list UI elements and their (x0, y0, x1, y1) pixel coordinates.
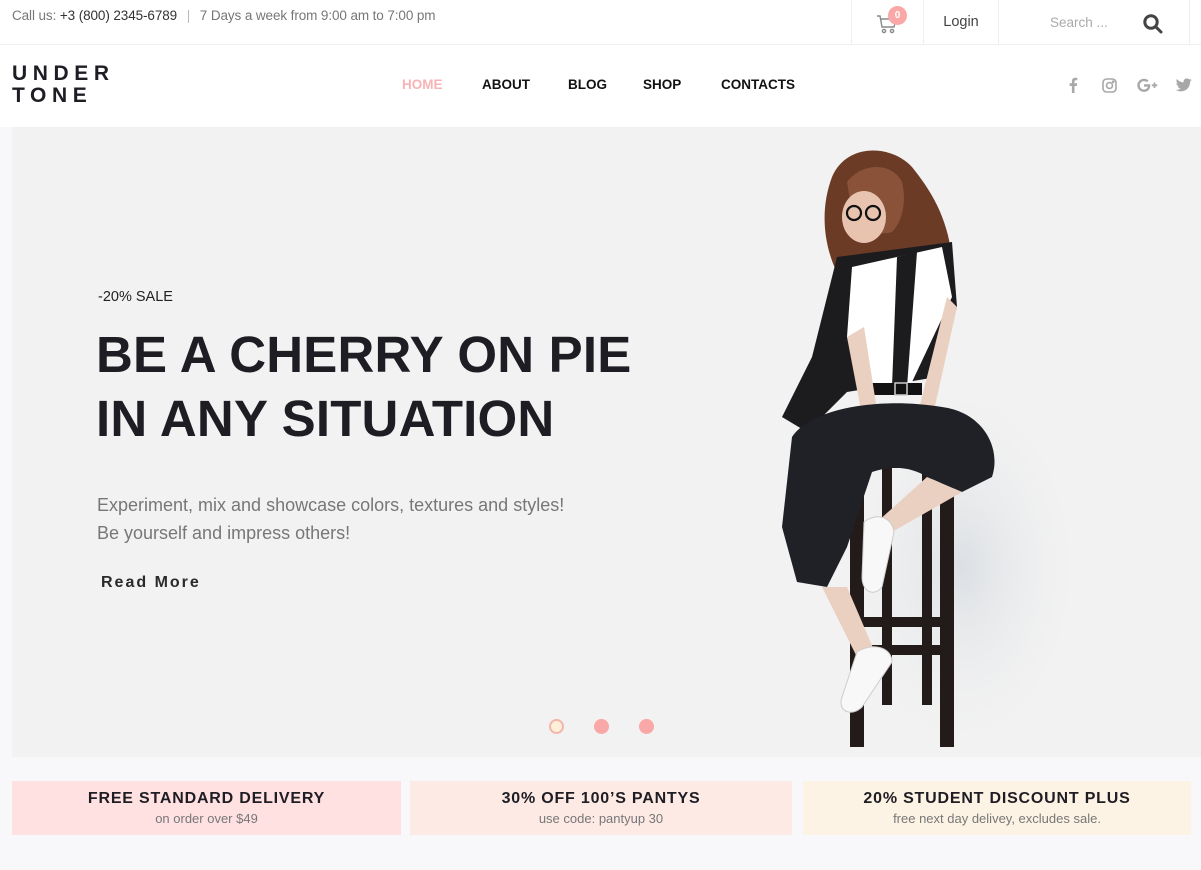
search-icon[interactable] (1142, 13, 1164, 35)
promo-subtitle: free next day delivey, excludes sale. (893, 811, 1101, 826)
slide-dot-2[interactable] (594, 719, 609, 734)
promo-title: 30% OFF 100’S PANTYS (501, 790, 701, 807)
cart-button[interactable] (851, 0, 923, 44)
logo-line-2: TONE (12, 84, 93, 107)
google-plus-icon[interactable] (1137, 78, 1159, 93)
hero-model-image (782, 150, 1092, 757)
contact-info: Call us: +3 (800) 2345-6789 | 7 Days a w… (12, 8, 436, 23)
hero-headline: BE A CHERRY ON PIE IN ANY SITUATION (96, 323, 631, 451)
promo-free-delivery[interactable]: FREE STANDARD DELIVERY on order over $49 (12, 781, 401, 835)
business-hours: 7 Days a week from 9:00 am to 7:00 pm (199, 8, 436, 23)
logo[interactable]: UNDER TONE (12, 63, 115, 107)
hero-description: Experiment, mix and showcase colors, tex… (97, 491, 564, 547)
facebook-icon[interactable] (1068, 77, 1078, 93)
search-box (998, 0, 1190, 44)
instagram-icon[interactable] (1102, 78, 1117, 93)
call-label: Call us: (12, 8, 57, 23)
headline-line-1: BE A CHERRY ON PIE (96, 326, 632, 383)
main-header: UNDER TONE HOME ABOUT BLOG SHOP CONTACTS (0, 45, 1201, 127)
promo-pantys-discount[interactable]: 30% OFF 100’S PANTYS use code: pantyup 3… (410, 781, 792, 835)
description-line-1: Experiment, mix and showcase colors, tex… (97, 495, 565, 515)
slide-dot-3[interactable] (639, 719, 654, 734)
phone-number[interactable]: +3 (800) 2345-6789 (60, 8, 177, 23)
nav-blog[interactable]: BLOG (568, 77, 607, 92)
description-line-2: Be yourself and impress others! (97, 523, 351, 543)
top-bar: Call us: +3 (800) 2345-6789 | 7 Days a w… (0, 0, 1201, 45)
promo-student-discount[interactable]: 20% STUDENT DISCOUNT PLUS free next day … (803, 781, 1191, 835)
slide-dot-1[interactable] (549, 719, 564, 734)
login-link[interactable]: Login (923, 0, 998, 44)
sale-tag: -20% SALE (98, 289, 173, 305)
promo-subtitle: on order over $49 (155, 811, 258, 826)
read-more-button[interactable]: Read More (101, 574, 201, 592)
logo-line-1: UNDER (12, 62, 115, 85)
promo-title: FREE STANDARD DELIVERY (87, 790, 326, 807)
cart-count-badge: 0 (888, 6, 907, 25)
promo-title: 20% STUDENT DISCOUNT PLUS (863, 790, 1131, 807)
twitter-icon[interactable] (1176, 78, 1192, 92)
nav-shop[interactable]: SHOP (643, 77, 681, 92)
promo-subtitle: use code: pantyup 30 (538, 811, 664, 826)
separator: | (186, 8, 191, 23)
headline-line-2: IN ANY SITUATION (96, 390, 555, 447)
nav-about[interactable]: ABOUT (482, 77, 530, 92)
nav-home[interactable]: HOME (402, 77, 443, 92)
nav-contacts[interactable]: CONTACTS (721, 77, 795, 92)
hero-slider: -20% SALE BE A CHERRY ON PIE IN ANY SITU… (12, 127, 1201, 757)
